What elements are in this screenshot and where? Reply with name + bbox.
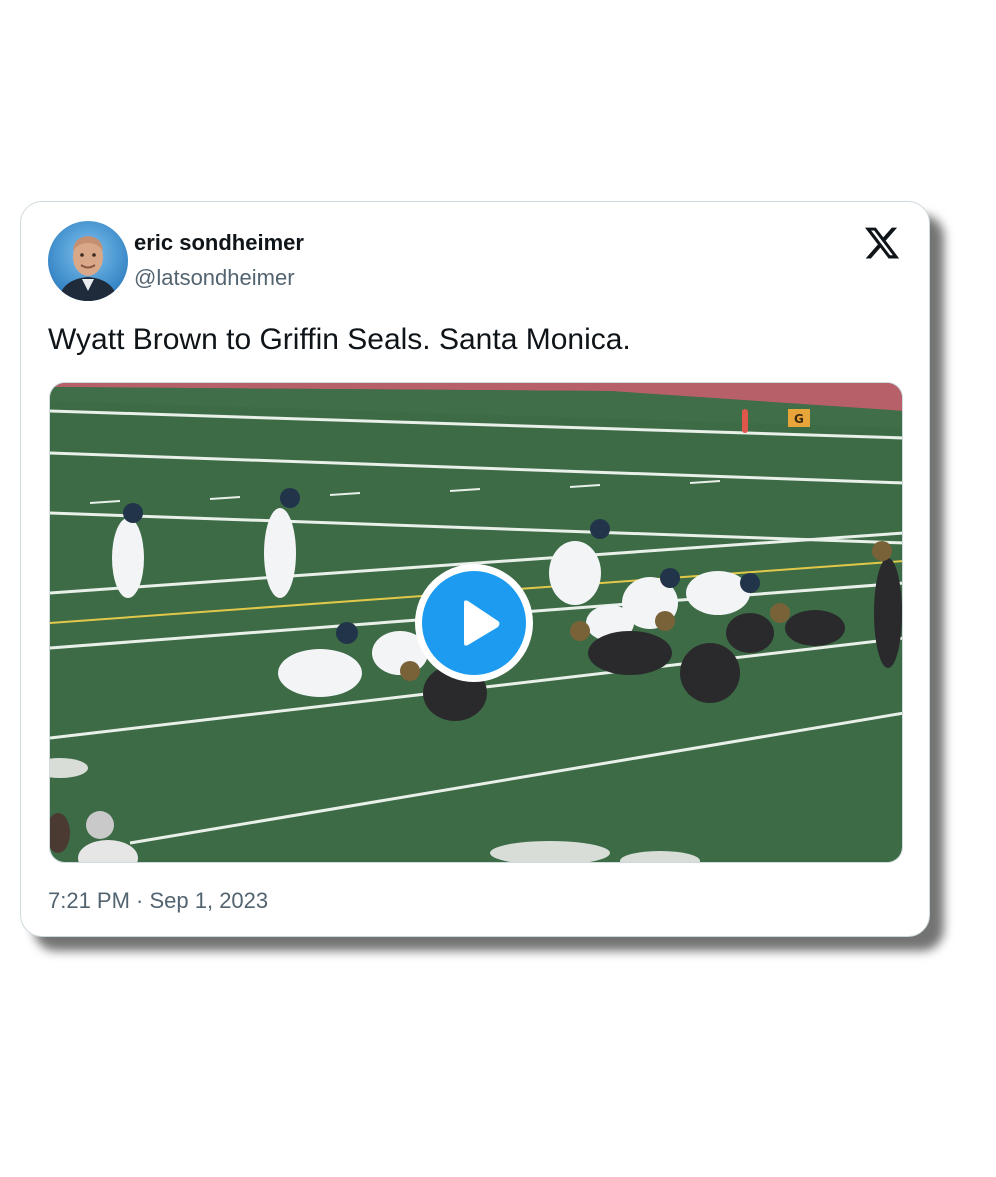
author-block: eric sondheimer @latsondheimer [134,230,304,291]
tweet-timestamp[interactable]: 7:21 PM · Sep 1, 2023 [48,887,268,915]
field-marker-label: G [794,412,804,426]
avatar-image [48,221,128,301]
play-button[interactable] [415,564,533,682]
author-name[interactable]: eric sondheimer [134,230,304,256]
tweet-text: Wyatt Brown to Griffin Seals. Santa Moni… [48,323,631,356]
tweet-card[interactable]: eric sondheimer @latsondheimer Wyatt Bro… [20,201,930,937]
video-player[interactable]: G [49,382,903,863]
author-handle[interactable]: @latsondheimer [134,265,304,291]
author-avatar[interactable] [48,221,128,301]
play-icon [422,571,526,675]
x-logo-icon[interactable] [863,224,901,262]
